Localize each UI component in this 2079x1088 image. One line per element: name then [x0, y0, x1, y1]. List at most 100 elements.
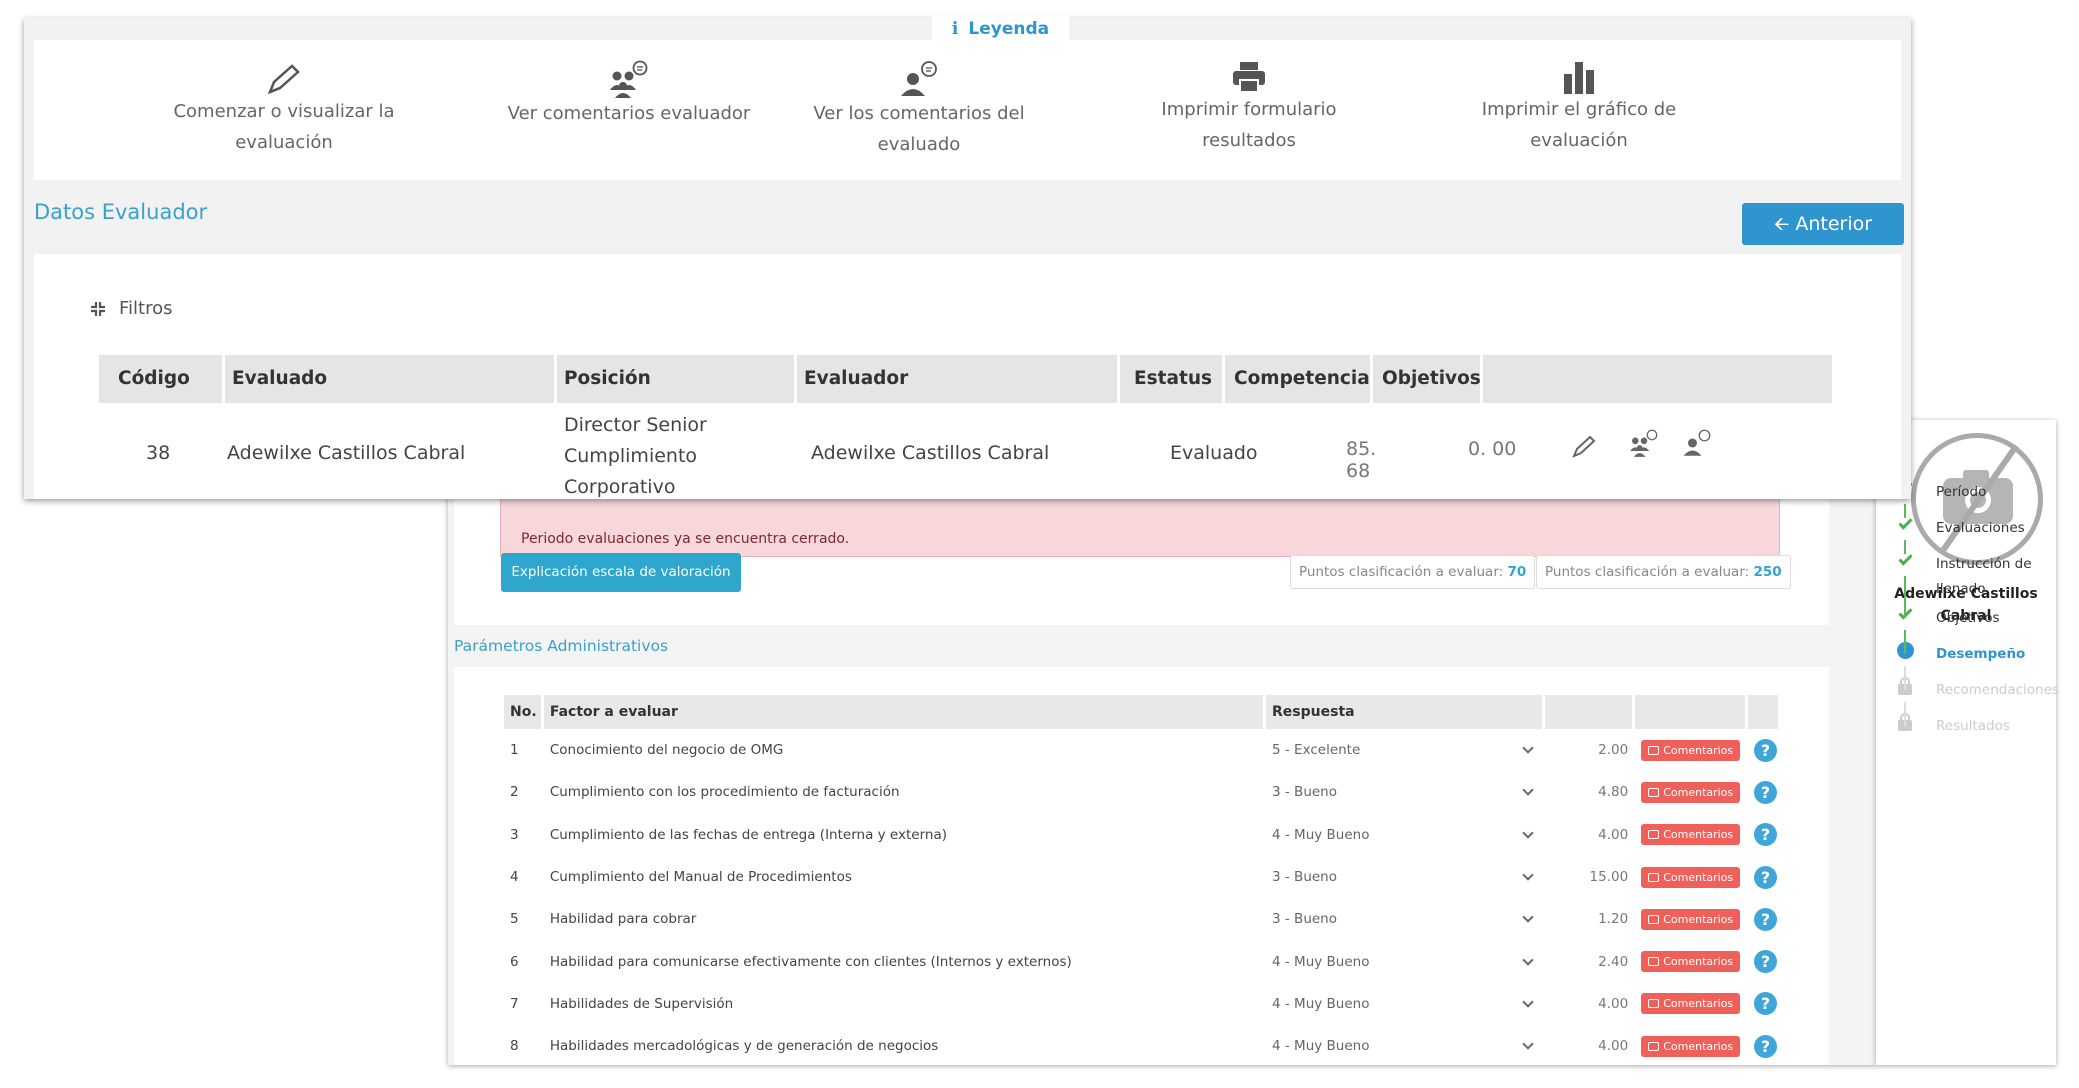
- respuesta-select[interactable]: 3 - Bueno: [1266, 771, 1542, 813]
- factor-name: Cumplimiento de las fechas de entrega (I…: [549, 826, 947, 843]
- legend-item-evaluator-comments: Ver comentarios evaluador: [479, 60, 779, 129]
- respuesta-select[interactable]: 4 - Muy Bueno: [1266, 1025, 1542, 1067]
- row-user-comment-icon[interactable]: [1682, 428, 1712, 458]
- help-cell: ?: [1748, 771, 1778, 813]
- col-evaluado: Evaluado: [232, 368, 328, 389]
- points-badge-1: Puntos clasificación a evaluar: 70: [1290, 555, 1536, 589]
- comment-icon: [1648, 957, 1660, 967]
- header-sep: [1222, 355, 1225, 403]
- info-icon: i: [951, 19, 959, 39]
- closed-period-alert: Periodo evaluaciones ya se encuentra cer…: [500, 495, 1780, 557]
- step-label: Objetivos: [1936, 610, 2000, 626]
- comments-label: Comentarios: [1663, 912, 1734, 926]
- comment-icon: [1648, 999, 1660, 1009]
- back-button[interactable]: 🡨 Anterior: [1742, 203, 1904, 245]
- step-connector: [1904, 576, 1906, 618]
- legend-label-3a: Ver los comentarios del: [813, 103, 1025, 124]
- factor-name: Habilidad para cobrar: [549, 911, 697, 928]
- help-icon[interactable]: ?: [1754, 738, 1777, 762]
- row-group-comment-icon[interactable]: [1628, 428, 1660, 458]
- help-icon[interactable]: ?: [1754, 865, 1777, 889]
- comments-label: Comentarios: [1663, 785, 1734, 799]
- section-title: Parámetros Administrativos: [454, 637, 669, 655]
- respuesta-select[interactable]: 5 - Excelente: [1266, 729, 1542, 771]
- comments-button[interactable]: Comentarios: [1641, 1035, 1741, 1057]
- factor-value: 4.00: [1598, 1038, 1629, 1055]
- factor-row: 2 Cumplimiento con los procedimiento de f…: [504, 771, 1778, 813]
- help-icon[interactable]: ?: [1754, 907, 1777, 931]
- comment-icon: [1648, 830, 1660, 840]
- progress-sidebar: Adewilxe Castillos Cabral Período Evaluac…: [1876, 420, 2059, 1065]
- cell-evaluador: Adewilxe Castillos Cabral: [811, 442, 1050, 464]
- comment-icon: [1648, 914, 1660, 924]
- respuesta-value: 3 - Bueno: [1272, 911, 1337, 928]
- step-label: Período: [1936, 484, 1987, 500]
- col-comentarios: [1635, 695, 1745, 729]
- comments-button[interactable]: Comentarios: [1641, 824, 1741, 846]
- help-icon[interactable]: ?: [1754, 780, 1777, 804]
- chevron-down-icon: [1522, 953, 1534, 966]
- respuesta-select[interactable]: 3 - Bueno: [1266, 856, 1542, 898]
- comments-label: Comentarios: [1663, 955, 1734, 969]
- factor-value: 2.40: [1598, 953, 1629, 970]
- step-connector: [1904, 666, 1906, 690]
- comments-button[interactable]: Comentarios: [1641, 993, 1741, 1015]
- bar-chart-icon: [1564, 62, 1594, 94]
- step-connector: [1904, 504, 1906, 518]
- points-label-2: Puntos clasificación a evaluar:: [1545, 564, 1750, 580]
- respuesta-select[interactable]: 4 - Muy Bueno: [1266, 814, 1542, 856]
- points-value-1: 70: [1507, 564, 1527, 580]
- comments-label: Comentarios: [1663, 828, 1734, 842]
- legend-label-3b: evaluado: [877, 134, 961, 155]
- comment-icon: [1648, 872, 1660, 882]
- datos-evaluador-title: Datos Evaluador: [34, 200, 208, 224]
- comments-cell: Comentarios: [1635, 856, 1745, 898]
- factor-no: 5: [510, 911, 519, 928]
- comments-button[interactable]: Comentarios: [1641, 866, 1741, 888]
- header-sep: [1117, 355, 1120, 403]
- factor-no: 4: [510, 869, 519, 886]
- legend-label-5a: Imprimir el gráfico de: [1481, 99, 1677, 120]
- respuesta-value: 5 - Excelente: [1272, 742, 1361, 759]
- col-help: [1748, 695, 1778, 729]
- comments-cell: Comentarios: [1635, 1025, 1745, 1067]
- evaluator-table-box: Filtros Código Evaluado Posición Evaluad…: [34, 254, 1901, 499]
- help-icon[interactable]: ?: [1754, 823, 1777, 847]
- factor-value: 1.20: [1598, 911, 1629, 928]
- help-icon[interactable]: ?: [1754, 992, 1777, 1016]
- help-cell: ?: [1748, 940, 1778, 982]
- header-sep: [554, 355, 557, 403]
- explain-scale-button[interactable]: Explicación escala de valoración: [501, 553, 741, 592]
- comments-button[interactable]: Comentarios: [1641, 908, 1741, 930]
- points-value-2: 250: [1753, 564, 1782, 580]
- filters-label: Filtros: [119, 298, 173, 319]
- respuesta-select[interactable]: 4 - Muy Bueno: [1266, 983, 1542, 1025]
- factor-no: 3: [510, 826, 519, 843]
- respuesta-select[interactable]: 3 - Bueno: [1266, 898, 1542, 940]
- factor-row: 3 Cumplimiento de las fechas de entrega (…: [504, 814, 1778, 856]
- filters-toggle[interactable]: Filtros: [89, 298, 173, 319]
- factor-value: 4.00: [1598, 826, 1629, 843]
- help-cell: ?: [1748, 1025, 1778, 1067]
- comment-icon: [1648, 1041, 1660, 1051]
- cell-posicion: Director Senior Cumplimiento Corporativo: [564, 410, 707, 503]
- posicion-line-3: Corporativo: [564, 476, 676, 498]
- header-sep: [1370, 355, 1373, 403]
- comments-button[interactable]: Comentarios: [1641, 781, 1741, 803]
- help-icon[interactable]: ?: [1754, 950, 1777, 974]
- step-label: Instrucción de llenado: [1936, 556, 2032, 597]
- help-icon[interactable]: ?: [1754, 1034, 1777, 1058]
- legend-label-5b: evaluación: [1530, 130, 1628, 151]
- factor-no: 6: [510, 953, 519, 970]
- factor-row: 6 Habilidad para comunicarse efectivament…: [504, 940, 1778, 982]
- legend-tab: i Leyenda: [932, 16, 1069, 42]
- col-posicion: Posición: [564, 368, 651, 389]
- legend-item-start: Comenzar o visualizar la evaluación: [154, 62, 414, 158]
- col-no: No.: [504, 695, 541, 729]
- factor-name: Habilidades de Supervisión: [549, 995, 734, 1012]
- respuesta-value: 3 - Bueno: [1272, 784, 1337, 801]
- comments-button[interactable]: Comentarios: [1641, 951, 1741, 973]
- respuesta-select[interactable]: 4 - Muy Bueno: [1266, 940, 1542, 982]
- row-pencil-icon[interactable]: [1570, 432, 1600, 460]
- comments-button[interactable]: Comentarios: [1641, 739, 1741, 761]
